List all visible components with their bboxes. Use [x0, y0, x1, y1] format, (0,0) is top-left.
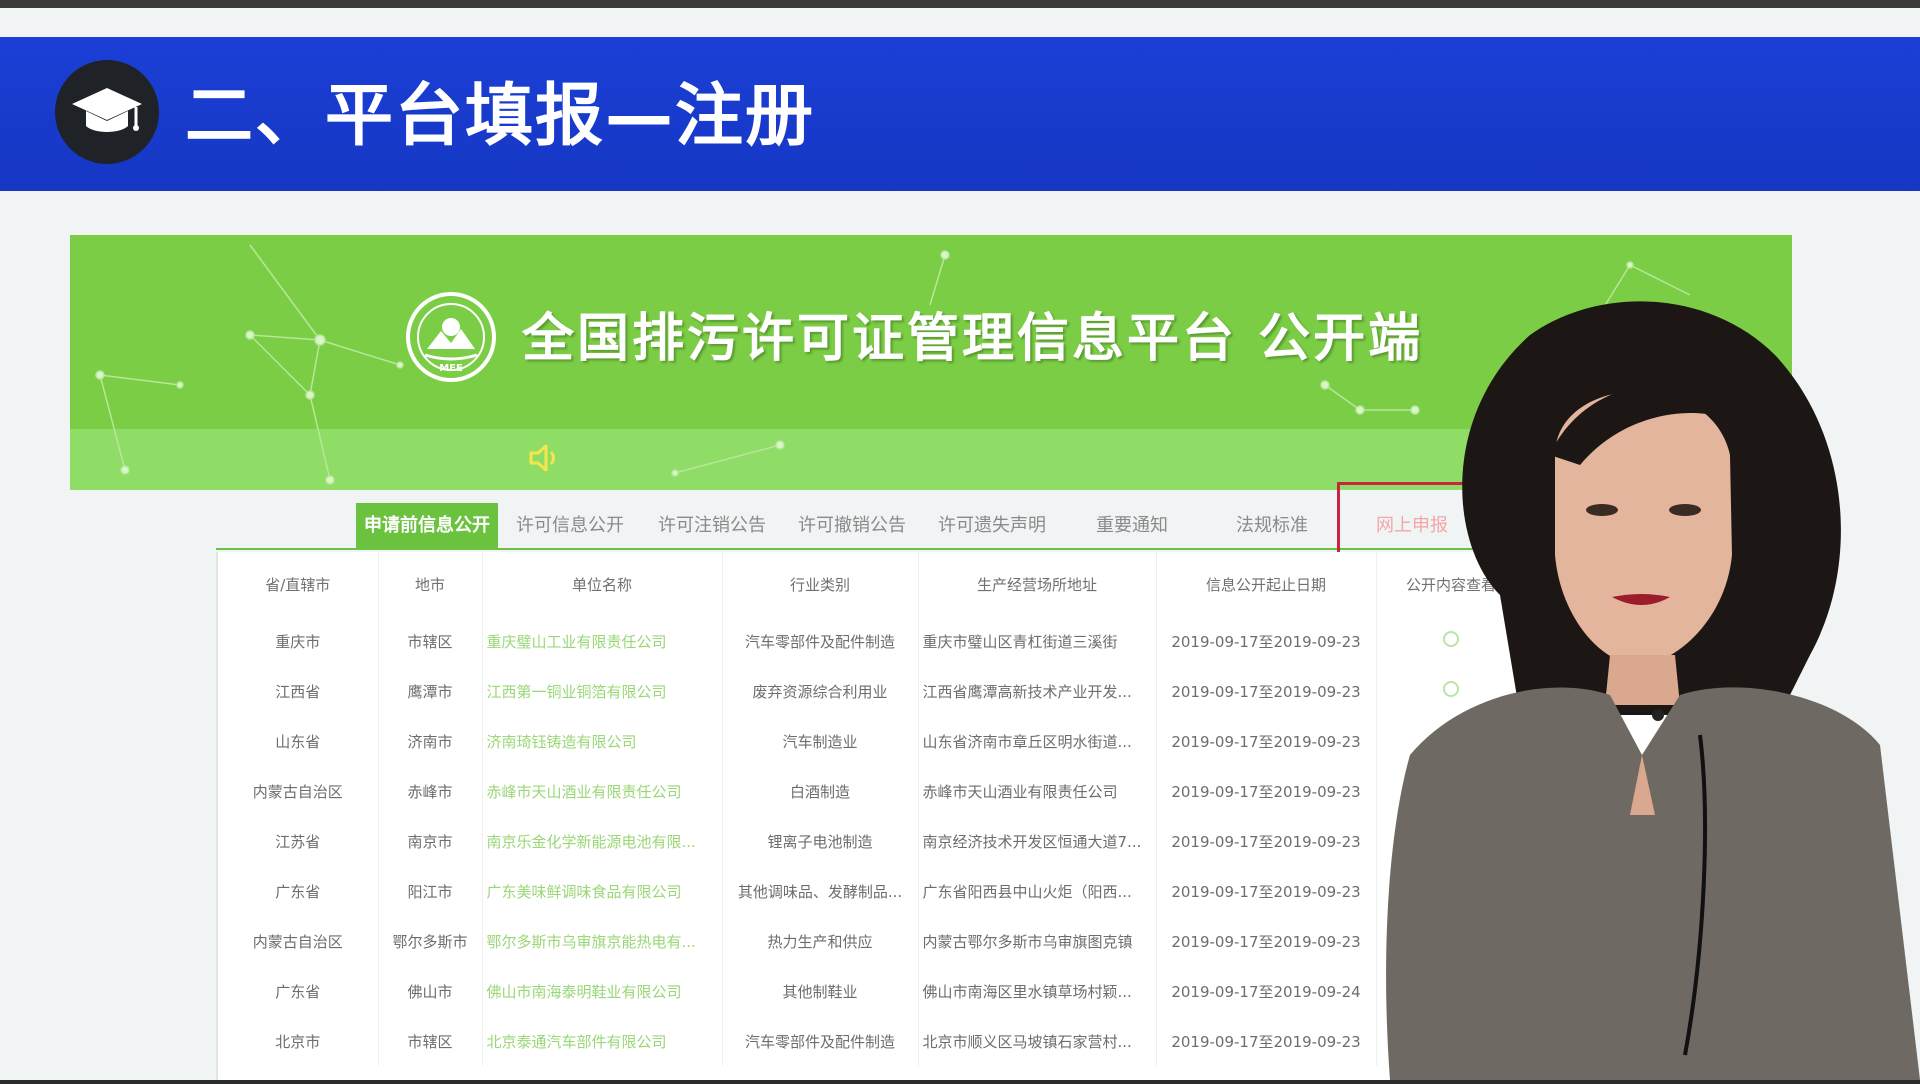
tab-permit-disclosure[interactable]: 许可信息公开: [516, 503, 624, 549]
col-industry: 行业类别: [722, 552, 919, 616]
col-city: 地市: [378, 552, 483, 616]
cell-address: 江西省鹰潭高新技术产业开发...: [918, 666, 1157, 716]
cell-period: 2019-09-17至2019-09-23: [1156, 616, 1377, 666]
presenter-figure: [1380, 295, 1920, 1080]
cell-city: 鹰潭市: [378, 666, 483, 716]
cell-province: 北京市: [218, 1016, 379, 1066]
cell-address: 赤峰市天山酒业有限责任公司: [918, 766, 1157, 816]
cell-company-link[interactable]: 佛山市南海泰明鞋业有限公司: [482, 966, 723, 1016]
platform-title: 全国排污许可证管理信息平台 公开端: [522, 309, 1424, 369]
col-address: 生产经营场所地址: [918, 552, 1157, 616]
presentation-slide: 二、平台填报—注册 MEE 全国排污许可证管理信息平台 公开端 申请前信息公开 …: [0, 0, 1920, 1080]
graduation-cap-icon: [55, 60, 159, 164]
cell-industry: 热力生产和供应: [722, 916, 919, 966]
col-period: 信息公开起止日期: [1156, 552, 1377, 616]
tab-regulations[interactable]: 法规标准: [1236, 503, 1308, 549]
cell-period: 2019-09-17至2019-09-23: [1156, 916, 1377, 966]
tab-permit-cancellation[interactable]: 许可注销公告: [658, 503, 766, 549]
cell-company-link[interactable]: 广东美味鲜调味食品有限公司: [482, 866, 723, 916]
tab-important-notice[interactable]: 重要通知: [1096, 503, 1168, 549]
cell-industry: 汽车零部件及配件制造: [722, 1016, 919, 1066]
mee-logo: MEE: [405, 291, 497, 383]
cell-industry: 白酒制造: [722, 766, 919, 816]
cell-city: 市辖区: [378, 616, 483, 666]
cell-province: 重庆市: [218, 616, 379, 666]
cell-city: 南京市: [378, 816, 483, 866]
cell-address: 佛山市南海区里水镇草场村颖...: [918, 966, 1157, 1016]
cell-company-link[interactable]: 赤峰市天山酒业有限责任公司: [482, 766, 723, 816]
tab-pre-application-disclosure[interactable]: 申请前信息公开: [356, 503, 498, 549]
cell-company-link[interactable]: 江西第一铜业铜箔有限公司: [482, 666, 723, 716]
cell-province: 内蒙古自治区: [218, 766, 379, 816]
cell-city: 市辖区: [378, 1016, 483, 1066]
tab-permit-loss-statement[interactable]: 许可遗失声明: [938, 503, 1046, 549]
cell-period: 2019-09-17至2019-09-23: [1156, 866, 1377, 916]
cell-address: 内蒙古鄂尔多斯市乌审旗图克镇: [918, 916, 1157, 966]
cell-city: 阳江市: [378, 866, 483, 916]
cell-company-link[interactable]: 鄂尔多斯市乌审旗京能热电有...: [482, 916, 723, 966]
cell-address: 广东省阳西县中山火炬（阳西...: [918, 866, 1157, 916]
cell-province: 山东省: [218, 716, 379, 766]
cell-period: 2019-09-17至2019-09-24: [1156, 966, 1377, 1016]
cell-address: 重庆市璧山区青杠街道三溪街: [918, 616, 1157, 666]
cell-company-link[interactable]: 重庆璧山工业有限责任公司: [482, 616, 723, 666]
cell-period: 2019-09-17至2019-09-23: [1156, 816, 1377, 866]
cell-address: 山东省济南市章丘区明水街道...: [918, 716, 1157, 766]
tab-permit-revocation[interactable]: 许可撤销公告: [798, 503, 906, 549]
cell-industry: 其他调味品、发酵制品...: [722, 866, 919, 916]
top-edge: [0, 0, 1920, 8]
cell-province: 江西省: [218, 666, 379, 716]
cell-industry: 废弃资源综合利用业: [722, 666, 919, 716]
cell-city: 赤峰市: [378, 766, 483, 816]
cell-industry: 其他制鞋业: [722, 966, 919, 1016]
cell-province: 广东省: [218, 866, 379, 916]
cell-industry: 汽车零部件及配件制造: [722, 616, 919, 666]
slide-title: 二、平台填报—注册: [185, 77, 816, 156]
cell-province: 内蒙古自治区: [218, 916, 379, 966]
col-company: 单位名称: [482, 552, 723, 616]
cell-province: 广东省: [218, 966, 379, 1016]
cell-company-link[interactable]: 北京泰通汽车部件有限公司: [482, 1016, 723, 1066]
cell-address: 北京市顺义区马坡镇石家营村...: [918, 1016, 1157, 1066]
cell-city: 鄂尔多斯市: [378, 916, 483, 966]
cell-period: 2019-09-17至2019-09-23: [1156, 1016, 1377, 1066]
cell-province: 江苏省: [218, 816, 379, 866]
cell-city: 济南市: [378, 716, 483, 766]
cell-company-link[interactable]: 南京乐金化学新能源电池有限...: [482, 816, 723, 866]
cell-industry: 锂离子电池制造: [722, 816, 919, 866]
speaker-icon[interactable]: [528, 443, 562, 473]
col-province: 省/直辖市: [218, 552, 379, 616]
cell-industry: 汽车制造业: [722, 716, 919, 766]
cell-period: 2019-09-17至2019-09-23: [1156, 666, 1377, 716]
mee-logo-text: MEE: [439, 363, 463, 374]
cell-period: 2019-09-17至2019-09-23: [1156, 716, 1377, 766]
cell-address: 南京经济技术开发区恒通大道7...: [918, 816, 1157, 866]
cell-company-link[interactable]: 济南琦钰铸造有限公司: [482, 716, 723, 766]
cell-city: 佛山市: [378, 966, 483, 1016]
cell-period: 2019-09-17至2019-09-23: [1156, 766, 1377, 816]
